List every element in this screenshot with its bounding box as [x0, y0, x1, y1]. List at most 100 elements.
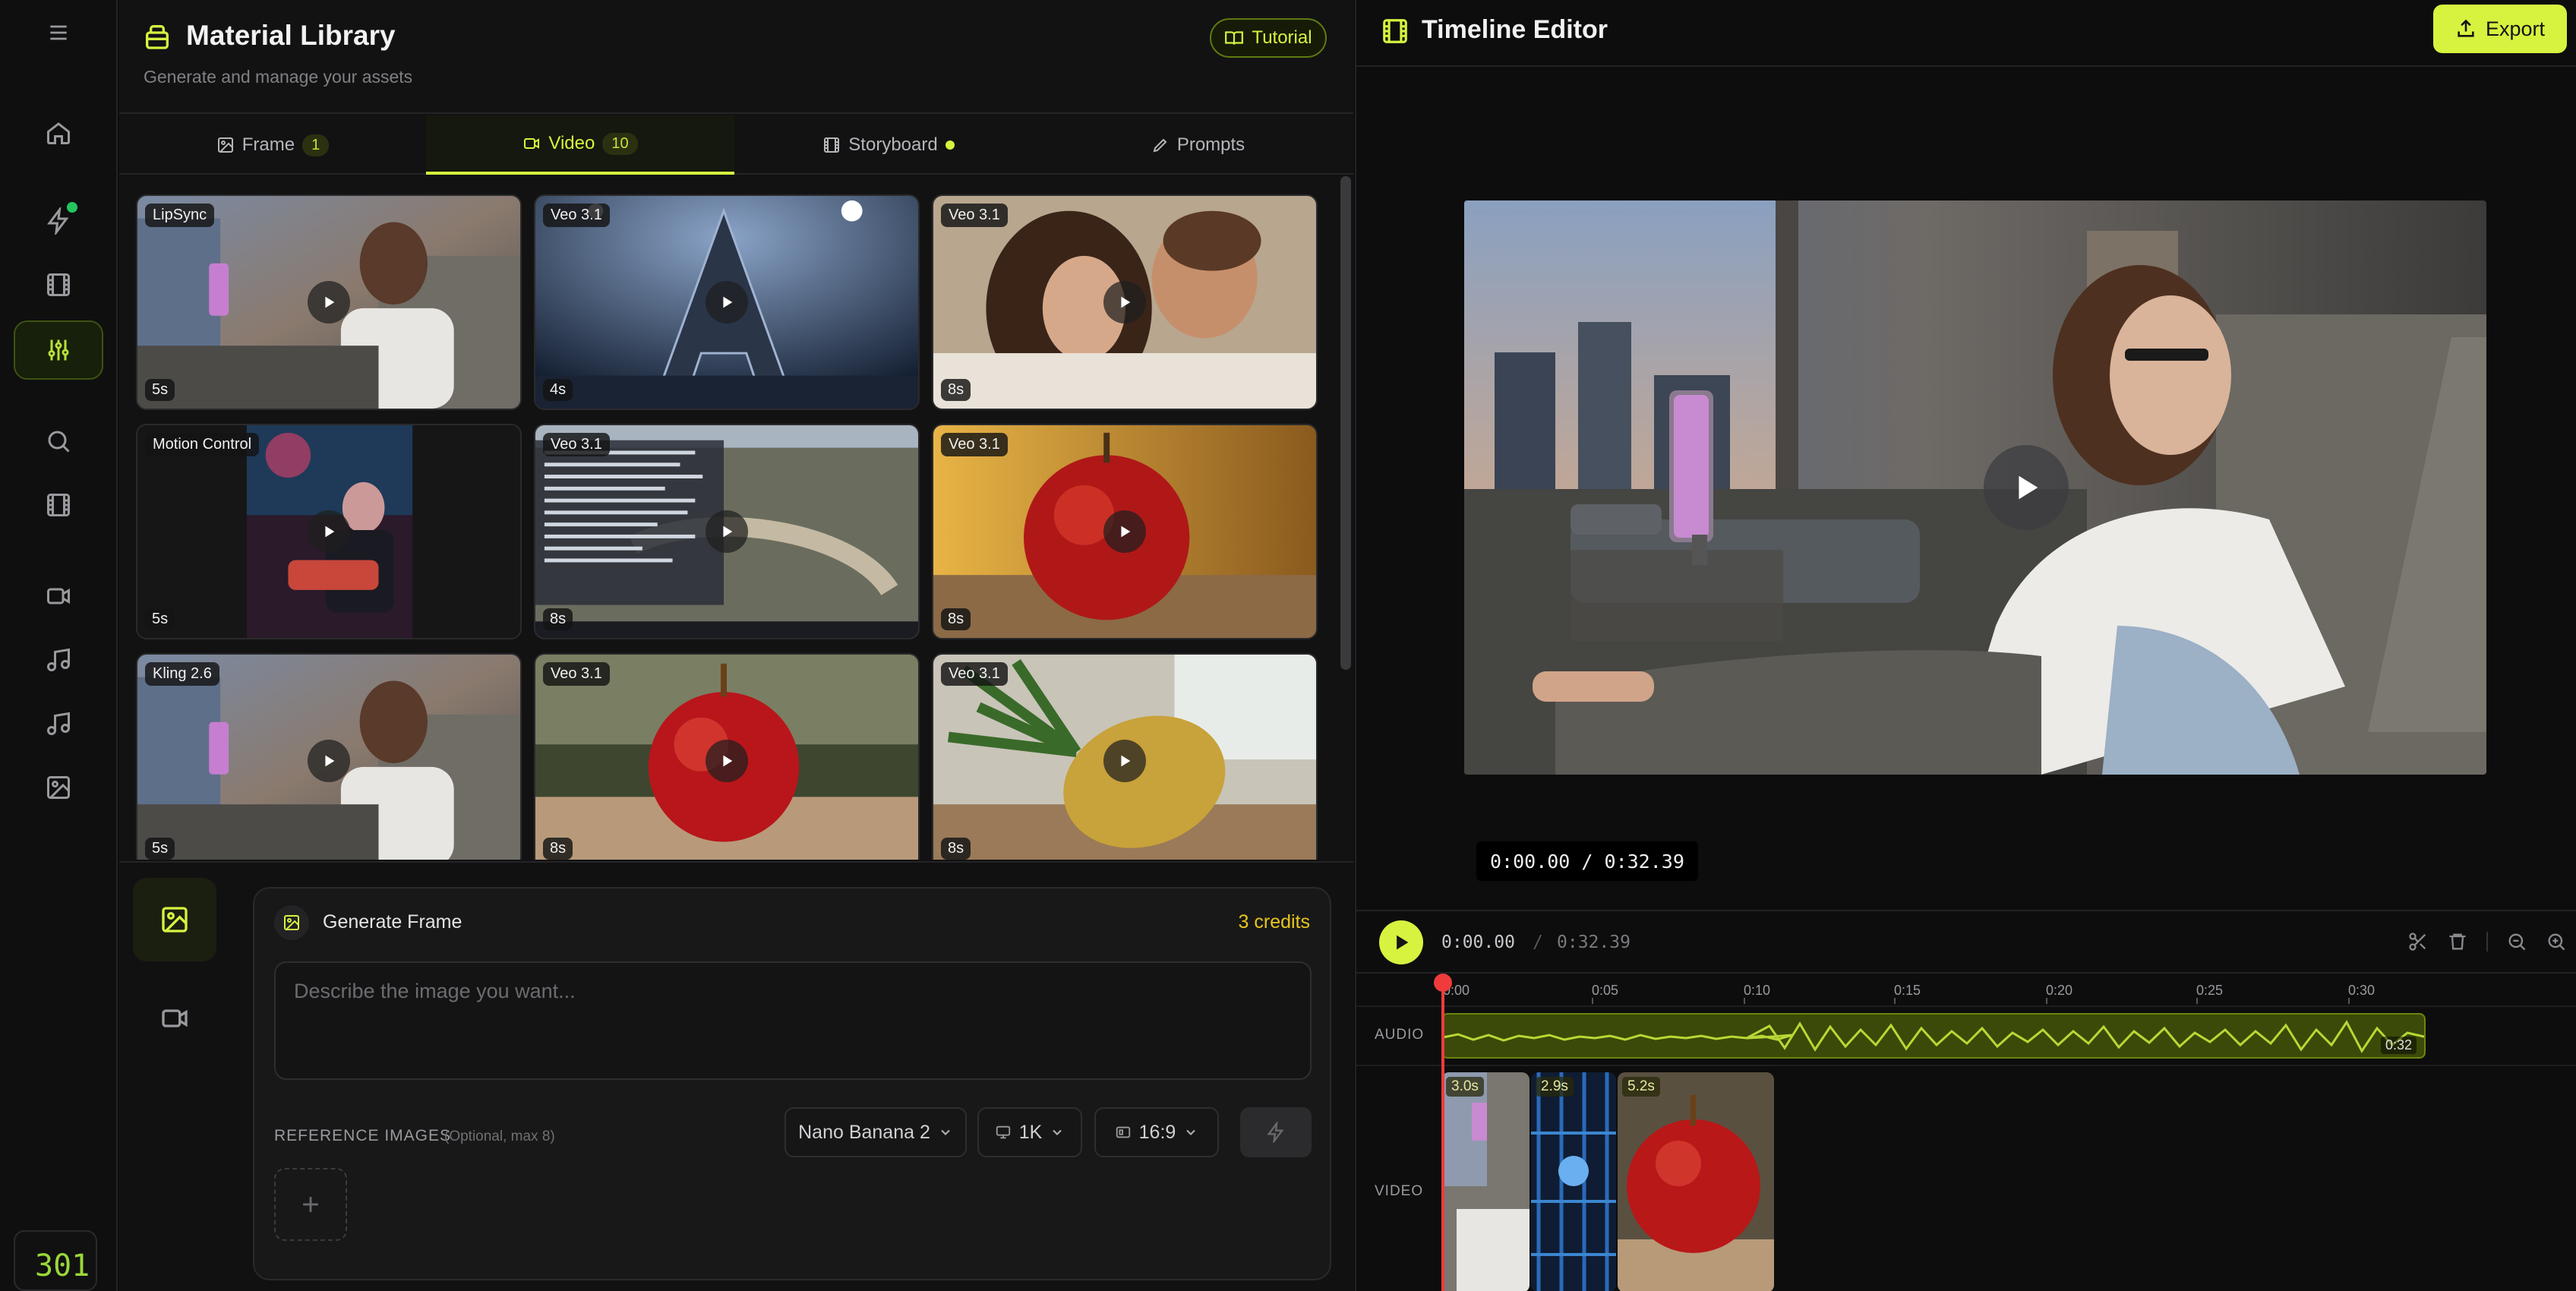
tab-count: 10 [602, 132, 638, 155]
app-root: 301 Material Library Generate and manage… [0, 0, 2576, 1291]
page-title: Material Library [186, 20, 396, 51]
tab-storyboard[interactable]: Storyboard [734, 115, 1043, 175]
generate-button[interactable] [1240, 1107, 1312, 1157]
timeline-tools [2407, 931, 2567, 952]
timeline-toolbar: 0:00.00 / 0:32.39 [1356, 910, 2576, 974]
reference-images-hint: (Optional, max 8) [444, 1128, 555, 1144]
sidebar-item-generate[interactable] [14, 191, 103, 251]
video-card[interactable]: Kling 2.6 5s [136, 653, 522, 860]
plus-icon [298, 1192, 324, 1217]
play-icon[interactable] [706, 510, 748, 553]
sidebar-item-storyboard[interactable] [14, 475, 103, 535]
audio-track: AUDIO 0:32 [1356, 1005, 2576, 1066]
upload-icon [2455, 18, 2477, 39]
video-clip[interactable]: 5.2s [1618, 1072, 1774, 1291]
tab-video[interactable]: Video 10 [426, 115, 734, 175]
zoom-in-icon[interactable] [2546, 931, 2567, 952]
sidebar-item-audio[interactable] [14, 694, 103, 753]
tab-frame[interactable]: Frame 1 [119, 115, 426, 175]
video-card[interactable]: Veo 3.1 8s [534, 424, 920, 639]
status-dot [945, 140, 955, 150]
library-header: Material Library Generate and manage you… [119, 0, 1353, 114]
play-icon[interactable] [1103, 281, 1146, 324]
sidebar-item-editor[interactable] [14, 320, 103, 380]
editor-header: Timeline Editor Export [1356, 0, 2576, 67]
video-card[interactable]: Veo 3.1 8s [534, 653, 920, 860]
video-card[interactable]: Veo 3.1 4s [534, 194, 920, 410]
prompt-input[interactable] [276, 963, 1310, 1078]
library-tabs: Frame 1 Video 10 Storyboard Prompts [119, 115, 1353, 175]
audio-track-label: AUDIO [1375, 1027, 1425, 1043]
scrollbar[interactable] [1340, 176, 1351, 670]
resolution-select[interactable]: 1K [977, 1107, 1082, 1157]
page-subtitle: Generate and manage your assets [144, 67, 413, 87]
play-icon[interactable] [1103, 740, 1146, 782]
image-icon [216, 136, 235, 154]
sidebar-item-search[interactable] [14, 412, 103, 471]
scissors-icon[interactable] [2407, 931, 2429, 952]
video-card[interactable]: Veo 3.1 8s [932, 194, 1318, 410]
video-icon [159, 1003, 190, 1034]
play-icon[interactable] [1984, 445, 2069, 530]
video-grid: LipSync 5s Veo 3.1 4s Veo 3.1 8s Motion … [119, 176, 1353, 860]
model-select[interactable]: Nano Banana 2 [784, 1107, 967, 1157]
playhead[interactable] [1434, 974, 1452, 1291]
aspect-ratio-icon [1115, 1124, 1132, 1141]
editor-title: Timeline Editor [1422, 15, 1608, 44]
menu-button[interactable] [14, 3, 103, 62]
sidebar-item-music[interactable] [14, 630, 103, 690]
timeline-editor-panel: Timeline Editor Export 0:00.00 / 0:32.39… [1355, 0, 2576, 1291]
sidebar-item-home[interactable] [14, 103, 103, 163]
play-icon[interactable] [308, 510, 350, 553]
film-icon [822, 136, 841, 154]
tutorial-button[interactable]: Tutorial [1210, 18, 1327, 58]
credit-balance[interactable]: 301 [14, 1230, 97, 1291]
film-icon [45, 271, 72, 298]
sidebar-item-images[interactable] [14, 758, 103, 817]
trash-icon[interactable] [2447, 931, 2468, 952]
tab-prompts[interactable]: Prompts [1043, 115, 1353, 175]
credits-cost: 3 credits [1238, 911, 1310, 933]
play-icon [1391, 932, 1412, 953]
play-icon[interactable] [308, 740, 350, 782]
video-card[interactable]: LipSync 5s [136, 194, 522, 410]
play-icon[interactable] [706, 740, 748, 782]
generate-frame-card: Generate Frame 3 credits REFERENCE IMAGE… [253, 887, 1331, 1280]
audio-clip[interactable]: 0:32 [1441, 1013, 2426, 1059]
reference-images-label: REFERENCE IMAGES [274, 1127, 452, 1144]
video-clip[interactable]: 2.9s [1531, 1072, 1616, 1291]
video-preview[interactable] [1464, 200, 2486, 775]
video-card[interactable]: Motion Control 5s [136, 424, 522, 639]
current-time: 0:00.00 [1441, 933, 1515, 952]
timeline-play-button[interactable] [1379, 920, 1423, 964]
play-icon[interactable] [706, 281, 748, 324]
material-library-panel: Material Library Generate and manage you… [119, 0, 1353, 1291]
monitor-icon [995, 1124, 1012, 1141]
music-note-icon [45, 710, 72, 737]
sidebar-item-films[interactable] [14, 255, 103, 314]
aspect-ratio-select[interactable]: 16:9 [1094, 1107, 1219, 1157]
preview-timecode: 0:00.00 / 0:32.39 [1476, 841, 1698, 881]
zoom-out-icon[interactable] [2506, 931, 2527, 952]
video-clip[interactable]: 3.0s [1441, 1072, 1530, 1291]
sidebar-item-video[interactable] [14, 567, 103, 626]
mode-video-button[interactable] [133, 977, 216, 1060]
image-icon [45, 774, 72, 801]
total-time: 0:32.39 [1557, 933, 1631, 952]
tab-count: 1 [302, 134, 330, 156]
mode-image-button[interactable] [133, 878, 216, 961]
video-card[interactable]: Veo 3.1 8s [932, 653, 1318, 860]
export-button[interactable]: Export [2433, 5, 2567, 53]
video-icon [522, 134, 541, 153]
menu-icon [46, 21, 71, 45]
audio-duration: 0:32 [2380, 1037, 2417, 1054]
play-icon[interactable] [1103, 510, 1146, 553]
play-icon[interactable] [308, 281, 350, 324]
image-icon [274, 905, 309, 940]
timeline-ruler[interactable]: 0:00 0:05 0:10 0:15 0:20 0:25 0:30 [1356, 975, 2576, 1005]
home-icon [45, 119, 72, 147]
video-track: VIDEO 3.0s 2.9s 5.2s [1356, 1069, 2576, 1291]
sidebar: 301 [0, 0, 118, 1291]
add-reference-image-button[interactable] [274, 1168, 347, 1241]
video-card[interactable]: Veo 3.1 8s [932, 424, 1318, 639]
